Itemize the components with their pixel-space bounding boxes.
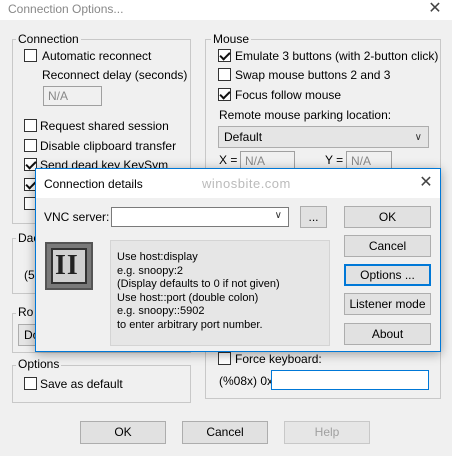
parking-combo[interactable]: Default ∨ — [218, 126, 429, 148]
dialog-cancel-button[interactable]: Cancel — [344, 235, 431, 257]
save-default-checkbox[interactable] — [24, 377, 37, 390]
vnc-server-label: VNC server: — [44, 210, 110, 224]
dialog-close-icon[interactable]: ✕ — [416, 175, 436, 191]
cancel-button[interactable]: Cancel — [182, 421, 268, 444]
info-line: e.g. snoopy::5902 — [117, 305, 205, 317]
force-keyboard-label: Force keyboard: — [235, 352, 322, 366]
title-bar: Connection Options... ✕ — [0, 0, 452, 20]
info-line: (Display defaults to 0 if not given) — [117, 278, 280, 290]
ok-button[interactable]: OK — [80, 421, 166, 444]
reconnect-delay-field[interactable]: N/A — [43, 86, 102, 106]
mouse-group-label: Mouse — [211, 32, 252, 46]
options-button[interactable]: Options ... — [344, 264, 431, 286]
swap-buttons-label: Swap mouse buttons 2 and 3 — [235, 68, 391, 82]
keysym-hex-input[interactable] — [271, 370, 429, 390]
info-line: Use host:display — [117, 251, 198, 263]
x-label: X = — [219, 153, 238, 167]
parking-combo-value: Default — [224, 130, 263, 144]
y-label: Y = — [325, 153, 344, 167]
options-group-label: Options — [16, 357, 62, 371]
vnc-server-combo[interactable]: ∨ — [111, 207, 289, 227]
swap-buttons-checkbox[interactable] — [218, 68, 231, 81]
connection-group-label: Connection — [16, 32, 81, 46]
dac-value-fragment: (5 — [24, 268, 35, 282]
watermark-text: winosbite.com — [202, 176, 291, 191]
browse-button[interactable]: ... — [300, 206, 327, 228]
disable-clipboard-label: Disable clipboard transfer — [40, 139, 177, 153]
connection-details-dialog: Connection details winosbite.com ✕ VNC s… — [35, 168, 441, 352]
shared-session-checkbox[interactable] — [24, 119, 37, 132]
info-line: e.g. snoopy:2 — [117, 264, 184, 277]
chevron-down-icon: ∨ — [414, 132, 422, 143]
usage-info-box: Use host:display e.g. snoopy:2 (Display … — [110, 240, 330, 346]
info-line: to enter arbitrary port number. — [117, 318, 263, 331]
focus-follow-label: Focus follow mouse — [235, 88, 342, 102]
emulate3-checkbox[interactable] — [218, 49, 231, 62]
help-button[interactable]: Help — [284, 421, 370, 444]
hex-prefix-label: (%08x) 0x — [219, 374, 274, 388]
vnc-logo-text: II — [55, 250, 79, 281]
window-close-icon[interactable]: ✕ — [425, 1, 445, 17]
dialog-title-bar: Connection details winosbite.com ✕ — [36, 169, 440, 198]
chevron-down-icon: ∨ — [274, 210, 282, 221]
parking-label: Remote mouse parking location: — [219, 108, 392, 122]
connection-options-window: Connection Options... ✕ Connection Autom… — [0, 0, 452, 456]
window-title: Connection Options... — [8, 2, 124, 16]
auto-reconnect-checkbox[interactable] — [24, 49, 37, 62]
dialog-ok-button[interactable]: OK — [344, 206, 431, 228]
reconnect-delay-label: Reconnect delay (seconds) — [42, 68, 188, 82]
force-keyboard-checkbox[interactable] — [218, 352, 231, 365]
listener-mode-button[interactable]: Listener mode — [344, 293, 431, 315]
disable-clipboard-checkbox[interactable] — [24, 139, 37, 152]
vnc-logo-inner: II — [51, 248, 87, 284]
about-button[interactable]: About — [344, 323, 431, 345]
save-default-label: Save as default — [40, 377, 123, 391]
emulate3-label: Emulate 3 buttons (with 2-button click) — [235, 49, 439, 63]
dialog-title: Connection details — [44, 177, 143, 191]
focus-follow-checkbox[interactable] — [218, 88, 231, 101]
ro-group-label: Ro — [16, 305, 36, 319]
vnc-logo-icon: II — [45, 242, 93, 290]
auto-reconnect-label: Automatic reconnect — [42, 49, 152, 63]
shared-session-label: Request shared session — [40, 119, 169, 133]
info-line: Use host::port (double colon) — [117, 291, 259, 304]
